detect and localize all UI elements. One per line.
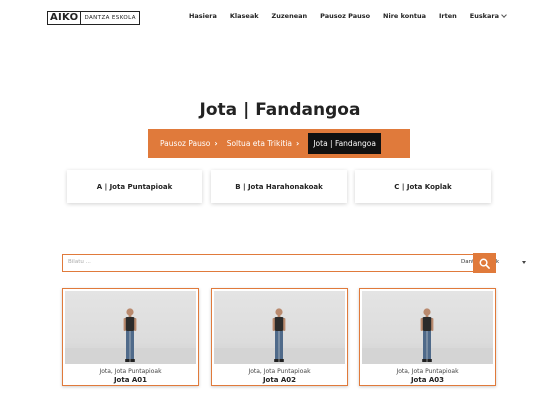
breadcrumb-item-pausoz-pauso[interactable]: Pausoz Pauso [160,139,210,148]
video-thumbnail[interactable] [65,291,196,364]
category-card-c[interactable]: C | Jota Koplak [355,170,491,203]
dancer-figure [123,308,137,362]
search-bar: Bilatu ... Dantza Motak [62,254,526,272]
chevron-right-icon: › [296,139,300,148]
dancer-figure [272,308,286,362]
video-title[interactable]: Jota A01 [63,376,198,384]
video-subtitle: Jota, Jota Puntapioak [396,368,459,375]
video-card-a03[interactable]: Jota, Jota Puntapioak Jota A03 [359,288,496,386]
nav-item-irten[interactable]: Irten [439,12,457,20]
chevron-down-icon [501,12,507,18]
logo[interactable]: AIKO DANTZA ESKOLA [47,11,140,25]
chevron-right-icon: › [214,139,218,148]
nav-item-hasiera[interactable]: Hasiera [189,12,217,20]
dancer-figure [420,308,434,362]
breadcrumb-item-soltua-eta-trikitia[interactable]: Soltua eta Trikitia [227,139,292,148]
search-input[interactable]: Bilatu ... [68,259,91,265]
video-thumbnail[interactable] [214,291,345,364]
video-subtitle: Jota, Jota Puntapioak [248,368,311,375]
nav-item-zuzenean[interactable]: Zuzenean [272,12,308,20]
page-title: Jota | Fandangoa [199,100,361,120]
breadcrumb: Pausoz Pauso › Soltua eta Trikitia › Jot… [148,129,410,158]
logo-mark: AIKO [47,11,81,25]
video-subtitle: Jota, Jota Puntapioak [99,368,162,375]
language-label: Euskara [469,12,499,20]
nav-item-pausoz-pauso[interactable]: Pausoz Pauso [320,12,370,20]
category-card-b[interactable]: B | Jota Harahonakoak [211,170,347,203]
caret-down-icon [522,261,526,264]
video-card-a01[interactable]: Jota, Jota Puntapioak Jota A01 [62,288,199,386]
video-thumbnail[interactable] [362,291,493,364]
video-card-a02[interactable]: Jota, Jota Puntapioak Jota A02 [211,288,348,386]
main-nav: Hasiera Klaseak Zuzenean Pausoz Pauso Ni… [176,12,507,20]
category-card-a[interactable]: A | Jota Puntapioak [67,170,202,203]
search-icon [479,258,490,269]
video-title[interactable]: Jota A02 [212,376,347,384]
language-selector[interactable]: Euskara [469,12,507,20]
search-button[interactable] [473,253,496,273]
site-header: AIKO DANTZA ESKOLA Hasiera Klaseak Zuzen… [0,0,560,36]
nav-item-nire-kontua[interactable]: Nire kontua [383,12,426,20]
nav-item-klaseak[interactable]: Klaseak [230,12,259,20]
video-title[interactable]: Jota A03 [360,376,495,384]
logo-text: DANTZA ESKOLA [80,11,140,25]
breadcrumb-item-current: Jota | Fandangoa [308,133,381,154]
